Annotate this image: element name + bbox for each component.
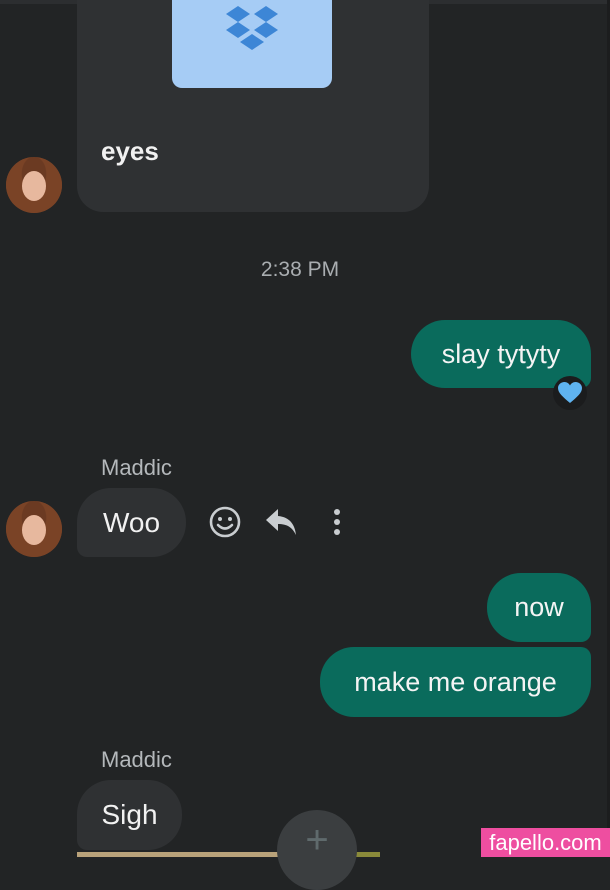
avatar[interactable] <box>6 501 62 557</box>
reply-button[interactable] <box>263 504 299 540</box>
smiley-icon <box>209 506 241 538</box>
outgoing-message[interactable]: now <box>487 573 591 642</box>
avatar[interactable] <box>6 157 62 213</box>
scroll-down-button[interactable]: + <box>277 810 357 890</box>
message-timestamp: 2:38 PM <box>260 258 340 281</box>
attachment-thumbnail[interactable] <box>172 0 332 88</box>
incoming-message[interactable]: Sigh <box>77 780 182 850</box>
reaction-badge[interactable] <box>553 376 587 410</box>
watermark: fapello.com <box>481 828 610 857</box>
sender-name: Maddic <box>101 455 172 480</box>
attachment-message[interactable]: eyes <box>77 0 429 212</box>
reply-icon <box>266 509 296 535</box>
dropbox-icon <box>226 6 278 50</box>
blue-heart-icon <box>558 382 582 403</box>
outgoing-message[interactable]: make me orange <box>320 647 591 717</box>
message-text: now <box>514 592 564 622</box>
message-text: slay tytyty <box>441 338 561 369</box>
attachment-preview-edge <box>77 852 287 857</box>
message-text: Woo <box>102 506 161 538</box>
react-button[interactable] <box>207 504 243 540</box>
message-text: make me orange <box>354 666 557 697</box>
more-options-button[interactable] <box>319 504 355 540</box>
incoming-message[interactable]: Woo <box>77 488 186 557</box>
message-text: Sigh <box>101 799 158 830</box>
sender-name: Maddic <box>101 747 172 772</box>
add-icon: + <box>305 818 329 862</box>
more-vert-icon <box>334 509 340 535</box>
attachment-caption: eyes <box>101 136 159 166</box>
